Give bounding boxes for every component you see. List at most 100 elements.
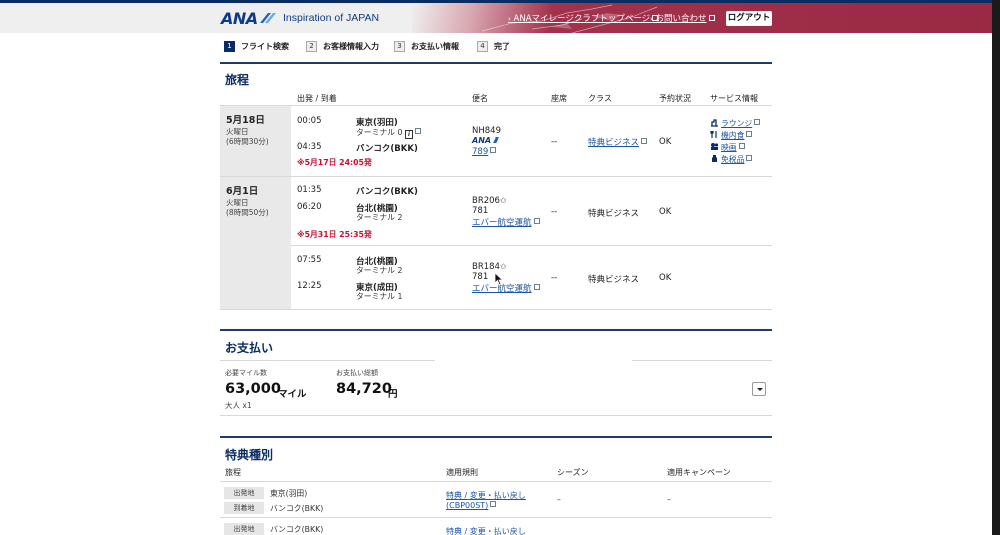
service-label: ラウンジ (721, 119, 753, 128)
site-header: ANA Inspiration of JAPAN › ANAマイレージクラブトッ… (0, 3, 992, 33)
col-season: シーズン (557, 468, 589, 477)
arr-terminal: ターミナル 2 (356, 213, 403, 222)
star-alliance-icon: ✩ (499, 196, 507, 205)
col-service: サービス情報 (710, 94, 758, 103)
row-divider (220, 415, 772, 416)
flight-number: BR206✩ (472, 196, 507, 206)
col-campaign: 適用キャンペーン (667, 468, 731, 477)
row-divider (220, 105, 772, 106)
dep-time: 07:55 (297, 255, 322, 265)
external-link-icon (533, 284, 540, 290)
seat: -- (551, 207, 558, 217)
departure-tag: 出発地 (224, 487, 264, 499)
step-flight-search: 1 フライト検索 (224, 41, 289, 52)
external-link-icon (746, 131, 753, 137)
col-route: 旅程 (225, 468, 241, 477)
arr-time: 04:35 (297, 142, 322, 152)
arr-time: 12:25 (297, 281, 322, 291)
fork-knife-icon (710, 131, 717, 138)
star-alliance-icon: ✩ (499, 262, 507, 271)
section-divider (220, 436, 772, 438)
carrier-logo: ANA (472, 136, 503, 145)
service-label: 機内食 (721, 131, 745, 140)
total-label: お支払い総額 (336, 369, 378, 377)
step-label: 完了 (494, 42, 510, 51)
info-icon[interactable]: i (404, 130, 413, 139)
external-link-icon (641, 138, 648, 144)
itinerary-title: 旅程 (225, 73, 250, 87)
operator-link[interactable]: エバー航空運航 (472, 282, 540, 294)
dep-terminal: ターミナル 0 i (356, 127, 421, 139)
aircraft-code: 781 (472, 272, 489, 282)
row-divider (220, 360, 435, 361)
logout-button[interactable]: ログアウト (726, 11, 772, 26)
col-flight: 便名 (472, 94, 488, 103)
class-name: 特典ビジネス (588, 138, 640, 148)
row-divider (220, 517, 772, 518)
external-link-icon (754, 119, 761, 125)
aircraft-code: 789 (472, 147, 489, 157)
service-dutyfree-link[interactable]: 免税品 (710, 154, 753, 165)
payment-details-toggle-button[interactable] (752, 382, 766, 396)
class-link[interactable]: 特典ビジネス (588, 136, 648, 148)
col-status: 予約状況 (659, 94, 691, 103)
class-name: 特典ビジネス (588, 275, 640, 285)
operator-link[interactable]: エバー航空運航 (472, 216, 540, 228)
award-title: 特典種別 (225, 448, 274, 462)
flight-number: NH849 (472, 126, 501, 136)
departure-note: ※5月17日 24:05発 (297, 158, 372, 167)
status: OK (659, 273, 672, 283)
payment-title: お支払い (225, 341, 274, 355)
service-meal-link[interactable]: 機内食 (710, 130, 753, 141)
dep-place: バンコク(BKK) (356, 187, 418, 197)
duration: (8時間50分) (226, 208, 269, 217)
step-label: フライト検索 (241, 42, 289, 51)
external-link-icon (490, 147, 497, 153)
service-label: 免税品 (721, 155, 745, 164)
status: OK (659, 137, 672, 147)
step-label: お客様情報入力 (323, 42, 379, 51)
ana-logo[interactable]: ANA (221, 9, 258, 28)
departure-place: バンコク(BKK) (270, 525, 324, 534)
mileage-club-top-link[interactable]: › ANAマイレージクラブトップページ (508, 12, 659, 24)
tagline: Inspiration of JAPAN (283, 12, 380, 24)
total-value: 84,720 (336, 381, 392, 397)
external-link-icon (746, 155, 753, 161)
step-number: 1 (224, 41, 235, 52)
miles-value: 63,000 (225, 381, 281, 397)
status: OK (659, 207, 672, 217)
rule-link[interactable]: 特典 / 変更・払い戻し (446, 490, 526, 501)
external-link-icon[interactable] (414, 128, 421, 134)
external-link-icon (708, 15, 715, 21)
arr-time: 06:20 (297, 202, 322, 212)
departure-place: 東京(羽田) (270, 489, 308, 498)
date: 5月18日 (226, 115, 265, 126)
step-number: 3 (394, 41, 405, 52)
film-icon (711, 143, 719, 150)
duration: (6時間30分) (226, 137, 269, 146)
lounge-icon (711, 119, 718, 127)
seat: -- (551, 137, 558, 147)
total-unit: 円 (388, 389, 398, 400)
external-link-icon (533, 218, 540, 224)
service-lounge-link[interactable]: ラウンジ (710, 118, 761, 129)
rule-code: (CBP00ST) (446, 501, 489, 510)
rule-link[interactable]: 特典 / 変更・払い戻し (446, 526, 526, 535)
ana-logo-stripes-icon (260, 13, 276, 23)
arr-place: バンコク(BKK) (356, 144, 418, 154)
contact-link[interactable]: › お問い合わせ (650, 12, 715, 24)
flight-number-text: BR184 (472, 262, 500, 272)
chevron-right-icon: › (650, 15, 653, 23)
departure-note: ※5月31日 25:35発 (297, 230, 372, 239)
aircraft-link[interactable]: 789 (472, 147, 497, 157)
mileage-club-top-label: ANAマイレージクラブトップページ (513, 14, 651, 24)
campaign: – (667, 495, 671, 504)
service-movie-link[interactable]: 映画 (710, 142, 745, 153)
rule-code-link[interactable]: (CBP00ST) (446, 501, 497, 510)
flight-number: BR184✩ (472, 262, 507, 272)
col-rule: 適用規則 (446, 468, 478, 477)
page: ANA Inspiration of JAPAN › ANAマイレージクラブトッ… (0, 0, 992, 535)
section-divider (220, 62, 772, 64)
col-class: クラス (588, 94, 612, 103)
col-seat: 座席 (551, 94, 567, 103)
